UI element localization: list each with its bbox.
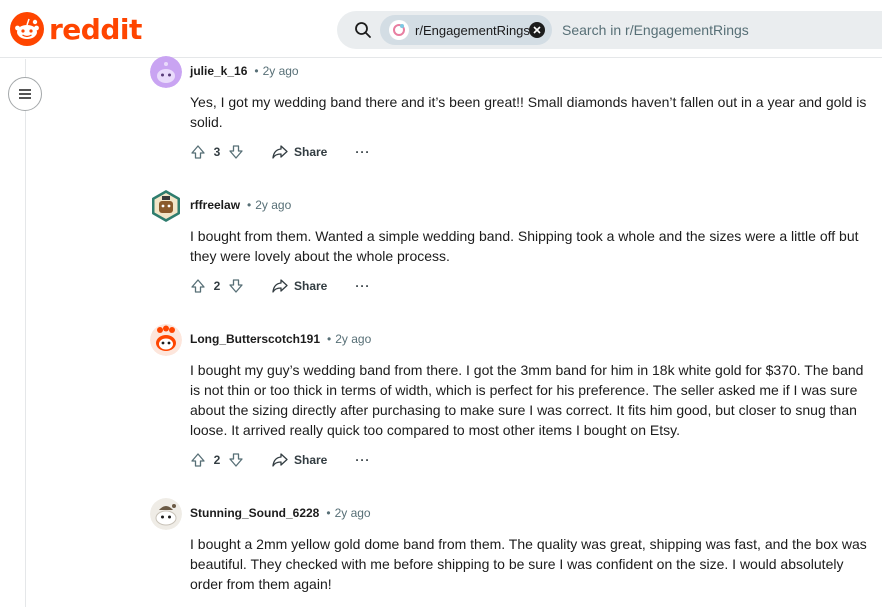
- comment-meta: Long_Butterscotch191 • 2y ago: [190, 332, 371, 346]
- username[interactable]: Long_Butterscotch191: [190, 332, 320, 346]
- upvote-icon[interactable]: [190, 452, 206, 468]
- reddit-logo[interactable]: reddit: [10, 12, 142, 46]
- vote-group: 3: [190, 144, 244, 160]
- vote-group: 2: [190, 278, 244, 294]
- username[interactable]: rffreelaw: [190, 198, 240, 212]
- close-icon[interactable]: [528, 21, 546, 39]
- share-label: Share: [294, 453, 328, 467]
- comment-body: I bought a 2mm yellow gold dome band fro…: [190, 536, 867, 592]
- downvote-icon[interactable]: [228, 452, 244, 468]
- expand-nav-button[interactable]: [8, 77, 42, 111]
- vote-group: 2: [190, 452, 244, 468]
- menu-icon: [19, 89, 31, 99]
- share-button[interactable]: Share: [272, 279, 327, 293]
- comment-body: I bought from them. Wanted a simple wedd…: [190, 228, 859, 264]
- share-label: Share: [294, 279, 328, 293]
- comment-actions: 2 Share ···: [190, 452, 370, 468]
- comment-actions: 2 Share ···: [190, 278, 370, 294]
- vote-count: 2: [213, 279, 221, 293]
- share-icon: [272, 145, 288, 159]
- share-icon: [272, 279, 288, 293]
- left-rail: [0, 59, 26, 607]
- subreddit-chip-label: r/EngagementRings: [415, 22, 530, 38]
- search-bar[interactable]: r/EngagementRings: [337, 11, 882, 49]
- timestamp[interactable]: 2y ago: [335, 332, 371, 346]
- subreddit-avatar-icon: [389, 20, 409, 40]
- top-header: reddit r/EngagementRings: [0, 0, 882, 58]
- comment-body: I bought my guy’s wedding band from ther…: [190, 362, 864, 438]
- upvote-icon[interactable]: [190, 144, 206, 160]
- snoo-logo-icon: [10, 12, 44, 46]
- username[interactable]: Stunning_Sound_6228: [190, 506, 319, 520]
- search-input[interactable]: [562, 11, 862, 49]
- share-button[interactable]: Share: [272, 145, 327, 159]
- comment-meta: julie_k_16 • 2y ago: [190, 64, 299, 78]
- downvote-icon[interactable]: [228, 144, 244, 160]
- separator-dot: •: [327, 332, 332, 346]
- share-button[interactable]: Share: [272, 453, 327, 467]
- share-label: Share: [294, 145, 328, 159]
- vote-count: 3: [213, 145, 221, 159]
- separator-dot: •: [254, 64, 259, 78]
- comment-meta: rffreelaw • 2y ago: [190, 198, 291, 212]
- timestamp[interactable]: 2y ago: [263, 64, 299, 78]
- logo-wordmark: reddit: [49, 12, 142, 46]
- comment-body: Yes, I got my wedding band there and it’…: [190, 94, 867, 130]
- subreddit-filter-chip[interactable]: r/EngagementRings: [380, 15, 552, 45]
- upvote-icon[interactable]: [190, 278, 206, 294]
- timestamp[interactable]: 2y ago: [335, 506, 371, 520]
- comment-actions: 3 Share ···: [190, 144, 370, 160]
- avatar[interactable]: [150, 56, 182, 88]
- timestamp[interactable]: 2y ago: [255, 198, 291, 212]
- vote-count: 2: [213, 453, 221, 467]
- more-options-button[interactable]: ···: [355, 145, 370, 159]
- avatar[interactable]: [150, 190, 182, 222]
- share-icon: [272, 453, 288, 467]
- separator-dot: •: [247, 198, 252, 212]
- more-options-button[interactable]: ···: [355, 279, 370, 293]
- downvote-icon[interactable]: [228, 278, 244, 294]
- username[interactable]: julie_k_16: [190, 64, 247, 78]
- more-options-button[interactable]: ···: [355, 453, 370, 467]
- search-icon: [355, 22, 371, 38]
- avatar[interactable]: [150, 498, 182, 530]
- avatar[interactable]: [150, 324, 182, 356]
- comment-meta: Stunning_Sound_6228 • 2y ago: [190, 506, 371, 520]
- separator-dot: •: [326, 506, 331, 520]
